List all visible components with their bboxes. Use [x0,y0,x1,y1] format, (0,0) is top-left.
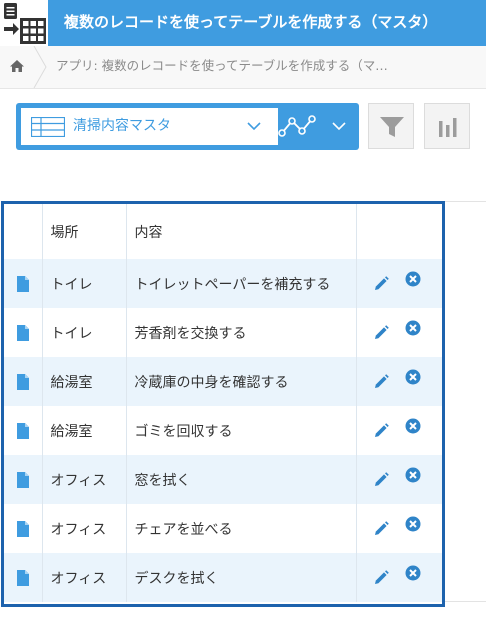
graph-icon[interactable] [278,113,318,141]
document-icon[interactable] [16,373,29,390]
place-cell: 給湯室 [42,357,127,406]
document-icon[interactable] [16,520,29,537]
document-icon[interactable] [16,422,29,439]
content-cell: チェアを並べる [126,504,357,553]
place-cell: オフィス [42,553,127,602]
table-row: トイレ 芳香剤を交換する [4,308,442,357]
breadcrumb-app-link[interactable]: アプリ: 複数のレコードを使ってテーブルを作成する（マ… [56,46,476,86]
pencil-icon[interactable] [373,324,389,341]
record-detail-cell[interactable] [4,357,43,406]
delete-x-icon[interactable] [405,369,421,385]
pencil-icon[interactable] [373,471,389,488]
place-cell: オフィス [42,455,127,504]
document-icon[interactable] [16,324,29,341]
delete-x-icon[interactable] [405,565,421,581]
record-detail-cell[interactable] [4,406,43,455]
document-icon[interactable] [16,275,29,292]
view-name: 清掃内容マスタ [73,118,171,134]
filter-icon [380,117,404,137]
view-selector-bar: 清掃内容マスタ [16,103,359,150]
actions-cell [356,553,442,602]
table-row: オフィス チェアを並べる [4,504,442,553]
header-cell-icon [4,204,43,259]
pencil-icon[interactable] [373,275,389,292]
record-detail-cell[interactable] [4,553,43,602]
app-table-icon[interactable] [0,0,48,46]
actions-cell [356,357,442,406]
chevron-down-icon [247,122,261,131]
place-cell: 給湯室 [42,406,127,455]
delete-x-icon[interactable] [405,516,421,532]
table-row: 給湯室 冷蔵庫の中身を確認する [4,357,442,406]
delete-x-icon[interactable] [405,271,421,287]
bar-chart-icon [439,118,457,137]
actions-cell [356,406,442,455]
content-cell: 窓を拭く [126,455,357,504]
content-cell: デスクを拭く [126,553,357,602]
breadcrumb-separator-icon [33,46,47,88]
place-cell: トイレ [42,308,127,357]
pencil-icon[interactable] [373,520,389,537]
table-row: トイレ トイレットペーパーを補充する [4,259,442,308]
document-icon[interactable] [16,471,29,488]
table-row: オフィス 窓を拭く [4,455,442,504]
home-icon[interactable] [9,58,25,74]
table-view-icon [31,117,65,137]
pencil-icon[interactable] [373,373,389,390]
place-cell: トイレ [42,259,127,308]
table-row: 給湯室 ゴミを回収する [4,406,442,455]
divider-line [444,601,486,602]
actions-cell [356,259,442,308]
pencil-icon[interactable] [373,422,389,439]
content-cell: 芳香剤を交換する [126,308,357,357]
graph-chevron-down-icon[interactable] [332,120,346,132]
delete-x-icon[interactable] [405,467,421,483]
divider-line [444,201,486,202]
chart-button[interactable] [424,103,470,149]
filter-button[interactable] [368,103,414,149]
actions-cell [356,308,442,357]
header-cell-place[interactable]: 場所 [42,204,127,259]
header-cell-actions [356,204,442,259]
header-cell-content[interactable]: 内容 [126,204,357,259]
actions-cell [356,504,442,553]
app-header: 複数のレコードを使ってテーブルを作成する（マスタ） [0,0,486,46]
delete-x-icon[interactable] [405,320,421,336]
record-detail-cell[interactable] [4,455,43,504]
content-cell: トイレットペーパーを補充する [126,259,357,308]
document-icon[interactable] [16,569,29,586]
app-title: 複数のレコードを使ってテーブルを作成する（マスタ） [64,13,438,31]
table-header-row: 場所 内容 [4,204,442,259]
actions-cell [356,455,442,504]
record-detail-cell[interactable] [4,504,43,553]
record-detail-cell[interactable] [4,259,43,308]
breadcrumb: アプリ: 複数のレコードを使ってテーブルを作成する（マ… [0,46,486,89]
record-detail-cell[interactable] [4,308,43,357]
content-cell: ゴミを回収する [126,406,357,455]
place-cell: オフィス [42,504,127,553]
delete-x-icon[interactable] [405,418,421,434]
table-row: オフィス デスクを拭く [4,553,442,602]
content-cell: 冷蔵庫の中身を確認する [126,357,357,406]
view-select-dropdown[interactable]: 清掃内容マスタ [21,108,278,145]
pencil-icon[interactable] [373,569,389,586]
record-table: 場所 内容 トイレ トイレットペーパーを補充する トイレ 芳香剤を交換する 給湯… [1,201,445,607]
